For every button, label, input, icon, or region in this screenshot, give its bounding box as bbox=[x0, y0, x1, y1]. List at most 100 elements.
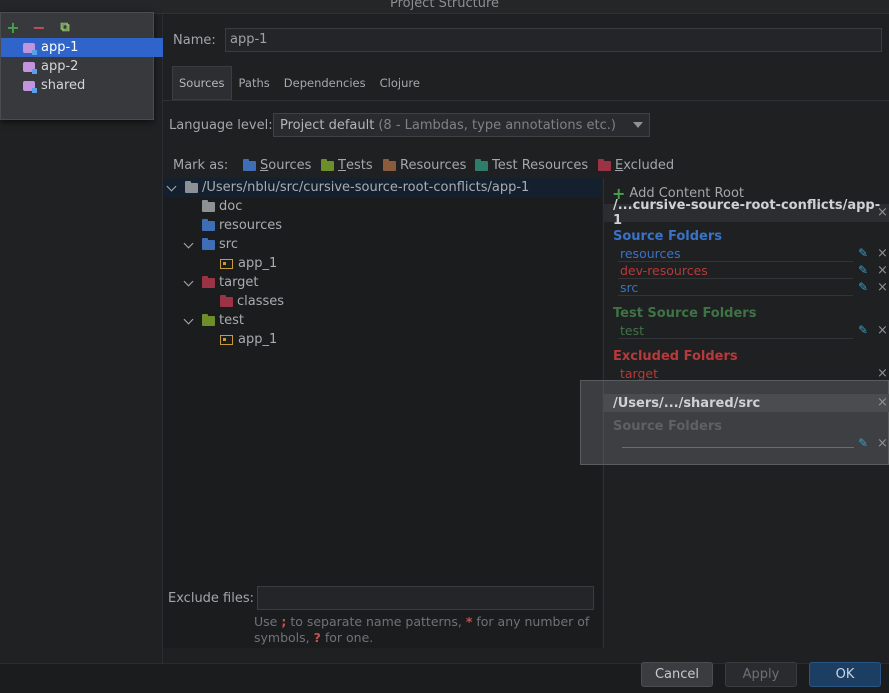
button-label: Test Resources bbox=[492, 158, 589, 173]
tree-row-test[interactable]: test bbox=[184, 311, 244, 330]
help-text: for one. bbox=[324, 630, 374, 645]
excluded-folder-entry: target bbox=[620, 366, 659, 381]
language-level-value: Project default bbox=[280, 117, 375, 133]
close-icon[interactable]: × bbox=[877, 395, 888, 410]
exclude-files-input[interactable] bbox=[257, 586, 594, 610]
mnemonic: T bbox=[338, 158, 346, 173]
module-item-app-1[interactable]: app-1 bbox=[1, 38, 163, 57]
source-folder-entry: dev-resources bbox=[620, 263, 708, 278]
tab-paths[interactable]: Paths bbox=[232, 66, 277, 100]
module-item-shared[interactable]: shared bbox=[1, 76, 163, 95]
test-folder-entry: test bbox=[620, 323, 645, 338]
remove-icon[interactable]: − bbox=[31, 18, 47, 37]
package-icon bbox=[220, 334, 233, 345]
modules-popup: + − ⧉ app-1 app-2 shared bbox=[0, 12, 163, 120]
resources-folder-icon bbox=[383, 158, 396, 171]
tree-row-src-app-1[interactable]: app_1 bbox=[220, 254, 277, 273]
apply-button[interactable]: Apply bbox=[725, 662, 797, 687]
tree-label: src bbox=[219, 237, 238, 252]
chevron-down-icon bbox=[633, 122, 643, 128]
button-label: ests bbox=[345, 158, 373, 173]
edit-icon[interactable]: ✎ bbox=[858, 263, 868, 277]
close-icon[interactable]: × bbox=[877, 323, 888, 338]
test-folder-icon bbox=[321, 158, 334, 171]
close-icon[interactable]: × bbox=[877, 263, 888, 278]
module-label: app-2 bbox=[41, 59, 79, 74]
tree-row-target[interactable]: target bbox=[184, 273, 259, 292]
module-icon bbox=[23, 61, 37, 74]
edit-icon[interactable]: ✎ bbox=[858, 436, 868, 450]
divider bbox=[618, 338, 853, 339]
content-root-header: /...cursive-source-root-conflicts/app-1 bbox=[603, 198, 889, 228]
language-level-hint: (8 - Lambdas, type annotations etc.) bbox=[378, 117, 616, 133]
source-folder-entry: resources bbox=[620, 246, 681, 261]
name-input[interactable]: app-1 bbox=[225, 28, 882, 52]
edit-icon[interactable]: ✎ bbox=[858, 246, 868, 260]
mark-sources-button[interactable]: Sources bbox=[243, 158, 311, 173]
close-icon[interactable]: × bbox=[877, 205, 888, 220]
mark-resources-button[interactable]: Resources bbox=[383, 158, 466, 173]
modules-toolbar: + − ⧉ bbox=[5, 17, 73, 37]
help-symbol: ; bbox=[281, 614, 287, 629]
module-icon bbox=[23, 42, 37, 55]
test-source-folders-title: Test Source Folders bbox=[613, 306, 757, 321]
module-item-app-2[interactable]: app-2 bbox=[1, 57, 163, 76]
exclude-files-label: Exclude files: bbox=[168, 591, 255, 606]
mark-test-resources-button[interactable]: Test Resources bbox=[475, 158, 588, 173]
source-folders-title: Source Folders bbox=[613, 229, 723, 244]
tree-row-resources[interactable]: resources bbox=[202, 216, 282, 235]
mark-as-label: Mark as: bbox=[173, 158, 229, 173]
folder-icon bbox=[185, 180, 198, 193]
name-label: Name: bbox=[173, 33, 216, 48]
tree-label: target bbox=[219, 275, 259, 290]
help-text: to separate name patterns, bbox=[290, 614, 462, 629]
tree-row-src[interactable]: src bbox=[184, 235, 238, 254]
edit-icon[interactable]: ✎ bbox=[858, 323, 868, 337]
help-symbol: * bbox=[465, 614, 473, 629]
mark-tests-button[interactable]: Tests bbox=[321, 158, 373, 173]
tree-row-classes[interactable]: classes bbox=[220, 292, 284, 311]
tree-row-root[interactable]: /Users/nblu/src/cursive-source-root-conf… bbox=[163, 178, 602, 197]
mnemonic: E bbox=[615, 158, 624, 173]
module-label: app-1 bbox=[41, 40, 79, 55]
source-folder-icon bbox=[202, 218, 215, 231]
chevron-down-icon[interactable] bbox=[184, 278, 194, 288]
package-icon bbox=[220, 258, 233, 269]
tab-dependencies[interactable]: Dependencies bbox=[277, 66, 373, 100]
tree-row-doc[interactable]: doc bbox=[202, 197, 242, 216]
module-label: shared bbox=[41, 78, 86, 93]
excluded-folder-icon bbox=[598, 158, 611, 171]
tab-clojure[interactable]: Clojure bbox=[373, 66, 427, 100]
ok-button[interactable]: OK bbox=[809, 662, 881, 687]
copy-icon[interactable]: ⧉ bbox=[57, 19, 73, 35]
test-folder-icon bbox=[202, 313, 215, 326]
help-text: Use bbox=[254, 614, 278, 629]
button-label: ources bbox=[268, 158, 312, 173]
close-icon[interactable]: × bbox=[877, 436, 888, 451]
content-root-header-shared: /Users/.../shared/src bbox=[603, 394, 889, 412]
cancel-button[interactable]: Cancel bbox=[641, 662, 713, 687]
close-icon[interactable]: × bbox=[877, 366, 888, 381]
add-icon[interactable]: + bbox=[5, 18, 21, 37]
mark-excluded-button[interactable]: Excluded bbox=[598, 158, 674, 173]
close-icon[interactable]: × bbox=[877, 280, 888, 295]
close-icon[interactable]: × bbox=[877, 246, 888, 261]
chevron-down-icon[interactable] bbox=[184, 316, 194, 326]
tree-label: /Users/nblu/src/cursive-source-root-conf… bbox=[202, 180, 530, 195]
module-icon bbox=[23, 80, 37, 93]
folder-icon bbox=[202, 199, 215, 212]
divider bbox=[618, 295, 853, 296]
language-level-label: Language level: bbox=[169, 118, 273, 133]
chevron-down-icon[interactable] bbox=[184, 240, 194, 250]
tree-row-test-app-1[interactable]: app_1 bbox=[220, 330, 277, 349]
mnemonic: S bbox=[260, 158, 269, 173]
source-folders-title: Source Folders bbox=[613, 419, 723, 434]
tree-label: app_1 bbox=[238, 256, 278, 271]
tab-sources[interactable]: Sources bbox=[172, 66, 232, 100]
tab-bar: Sources Paths Dependencies Clojure bbox=[172, 66, 427, 100]
source-folder-entry: src bbox=[620, 280, 639, 295]
help-symbol: ? bbox=[313, 630, 321, 645]
language-level-select[interactable]: Project default (8 - Lambdas, type annot… bbox=[273, 113, 650, 137]
edit-icon[interactable]: ✎ bbox=[858, 280, 868, 294]
chevron-down-icon[interactable] bbox=[167, 183, 177, 193]
